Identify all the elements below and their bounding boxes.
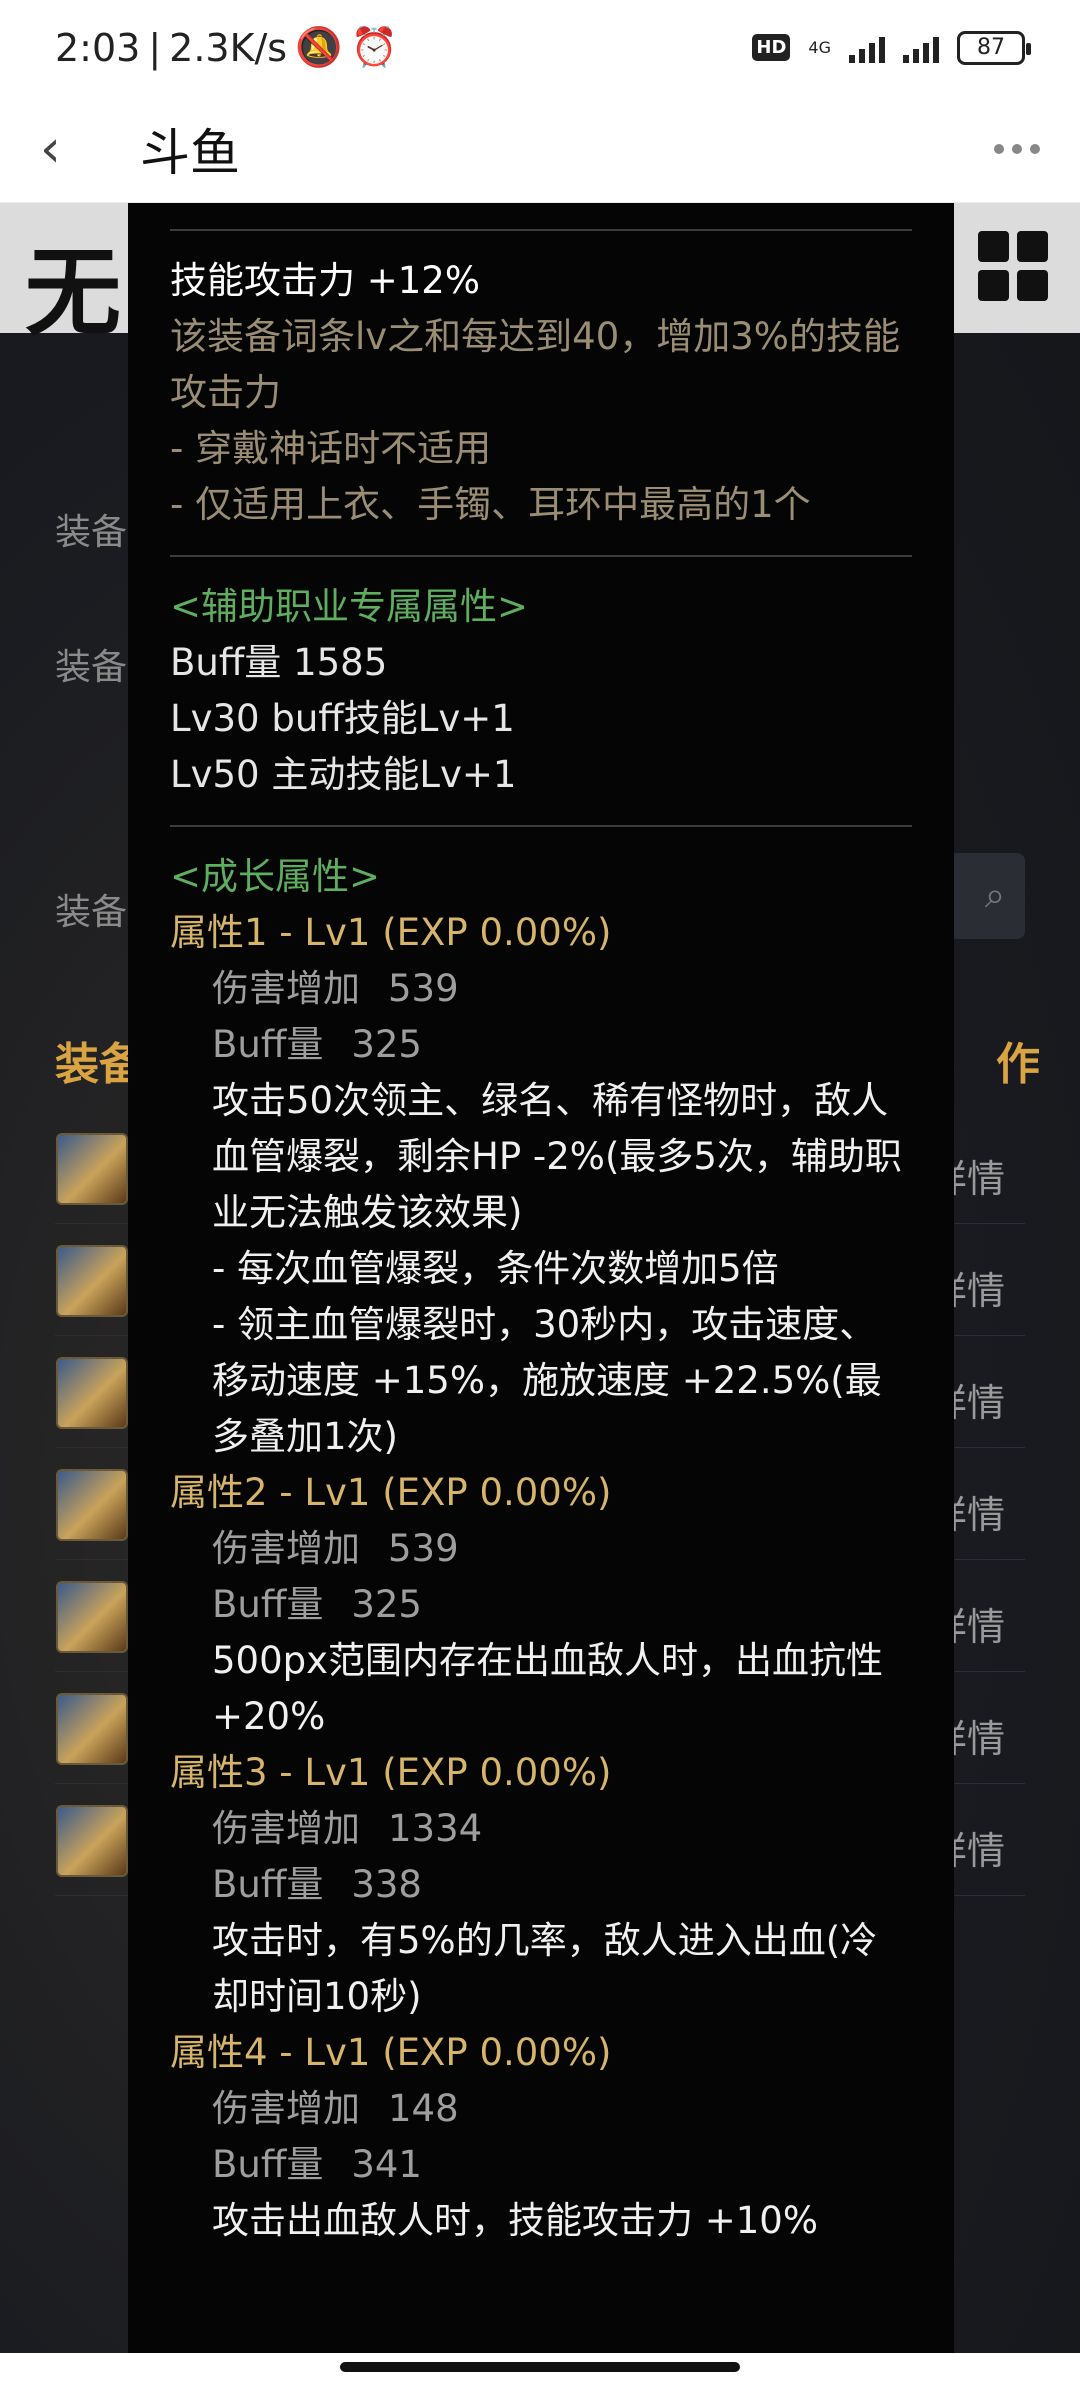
buff-row: Buff量 341 xyxy=(170,2137,912,2193)
support-lv50: Lv50 主动技能Lv+1 xyxy=(170,753,517,796)
damage-increase-value: 539 xyxy=(388,967,459,1010)
battery-level: 87 xyxy=(977,35,1005,60)
status-divider: | xyxy=(148,25,162,70)
buff-row: Buff量 338 xyxy=(170,1857,912,1913)
skill-attack-note: - 仅适用上衣、手镯、耳环中最高的1个 xyxy=(170,483,811,526)
buff-value: 325 xyxy=(351,1023,422,1066)
equipment-icon[interactable] xyxy=(56,1581,128,1653)
buff-value: 338 xyxy=(351,1863,422,1906)
equipment-icon[interactable] xyxy=(56,1133,128,1205)
network-type: 4G xyxy=(808,37,831,57)
damage-increase-row: 伤害增加 539 xyxy=(170,961,912,1017)
status-time: 2:03 xyxy=(55,25,141,70)
app-title: 斗鱼 xyxy=(140,123,240,182)
back-arrow-icon[interactable]: ‹ xyxy=(40,119,100,179)
growth-attr-effect: 攻击时，有5%的几率，敌人进入出血(冷却时间10秒) xyxy=(212,1919,878,2018)
buff-label: Buff量 xyxy=(212,1023,324,1066)
background-label: 装备 xyxy=(55,512,128,553)
mute-bell-icon: 🔕 xyxy=(295,25,343,69)
grid-menu-icon[interactable] xyxy=(978,231,1048,301)
support-section-header: <辅助职业专属属性> xyxy=(170,585,529,628)
background-label: 装备 xyxy=(55,647,128,688)
alarm-icon: ⏰ xyxy=(350,25,398,69)
growth-attr-effect: 500px范围内存在出血敌人时，出血抗性 +20% xyxy=(212,1639,884,1738)
equipment-icon[interactable] xyxy=(56,1469,128,1541)
damage-increase-row: 伤害增加 148 xyxy=(170,2081,912,2137)
buff-value: 341 xyxy=(351,2143,422,2186)
growth-attr-effect: - 每次血管爆裂，条件次数增加5倍 xyxy=(212,1247,779,1290)
skill-attack-note: - 穿戴神话时不适用 xyxy=(170,427,492,470)
item-tooltip-panel[interactable]: 技能攻击力 +12% 该装备词条lv之和每达到40，增加3%的技能攻击力 - 穿… xyxy=(128,203,954,2353)
more-options-icon[interactable] xyxy=(994,143,1040,154)
growth-attr-effect: - 领主血管爆裂时，30秒内，攻击速度、移动速度 +15%，施放速度 +22.5… xyxy=(212,1303,882,1458)
equipment-icon[interactable] xyxy=(56,1693,128,1765)
support-buff: Buff量 1585 xyxy=(170,641,388,684)
hd-badge: HD xyxy=(752,34,791,61)
growth-attr-title: 属性1 - Lv1 (EXP 0.00%) xyxy=(170,911,612,954)
buff-label: Buff量 xyxy=(212,2143,324,2186)
skill-attack-title: 技能攻击力 +12% xyxy=(170,259,481,302)
growth-section-header: <成长属性> xyxy=(170,855,381,898)
divider xyxy=(170,825,912,827)
battery-icon: 87 xyxy=(957,30,1031,65)
divider xyxy=(170,229,912,231)
clipped-text-line xyxy=(170,203,912,229)
navigation-bar xyxy=(0,2353,1080,2400)
equipment-icon[interactable] xyxy=(56,1805,128,1877)
damage-increase-value: 148 xyxy=(388,2087,459,2130)
equipment-icon[interactable] xyxy=(56,1357,128,1429)
skill-attack-description: 该装备词条lv之和每达到40，增加3%的技能攻击力 xyxy=(170,315,900,414)
buff-row: Buff量 325 xyxy=(170,1577,912,1633)
app-bar: ‹ 斗鱼 xyxy=(0,95,1080,203)
growth-attr-effect: 攻击50次领主、绿名、稀有怪物时，敌人血管爆裂，剩余HP -2%(最多5次，辅助… xyxy=(212,1079,902,1234)
site-logo: 无 xyxy=(25,236,121,349)
background-section-title-right: 作 xyxy=(996,1039,1040,1090)
background-label: 装备 xyxy=(55,892,128,933)
signal-icon-2 xyxy=(903,33,939,63)
damage-increase-label: 伤害增加 xyxy=(212,967,360,1010)
buff-value: 325 xyxy=(351,1583,422,1626)
damage-increase-label: 伤害增加 xyxy=(212,1807,360,1850)
status-bar: 2:03 | 2.3K/s 🔕 ⏰ HD 4G 87 xyxy=(0,0,1080,95)
damage-increase-label: 伤害增加 xyxy=(212,2087,360,2130)
status-speed: 2.3K/s xyxy=(169,25,288,70)
support-lv30: Lv30 buff技能Lv+1 xyxy=(170,697,515,740)
home-indicator[interactable] xyxy=(340,2362,740,2372)
growth-attr-effect: 攻击出血敌人时，技能攻击力 +10% xyxy=(212,2199,819,2242)
damage-increase-value: 1334 xyxy=(388,1807,483,1850)
buff-label: Buff量 xyxy=(212,1583,324,1626)
damage-increase-label: 伤害增加 xyxy=(212,1527,360,1570)
damage-increase-row: 伤害增加 1334 xyxy=(170,1801,912,1857)
buff-row: Buff量 325 xyxy=(170,1017,912,1073)
signal-icon xyxy=(849,33,885,63)
growth-attr-title: 属性4 - Lv1 (EXP 0.00%) xyxy=(170,2031,612,2074)
growth-attr-title: 属性2 - Lv1 (EXP 0.00%) xyxy=(170,1471,612,1514)
equipment-icon[interactable] xyxy=(56,1245,128,1317)
damage-increase-row: 伤害增加 539 xyxy=(170,1521,912,1577)
damage-increase-value: 539 xyxy=(388,1527,459,1570)
growth-attr-title: 属性3 - Lv1 (EXP 0.00%) xyxy=(170,1751,612,1794)
buff-label: Buff量 xyxy=(212,1863,324,1906)
divider xyxy=(170,555,912,557)
